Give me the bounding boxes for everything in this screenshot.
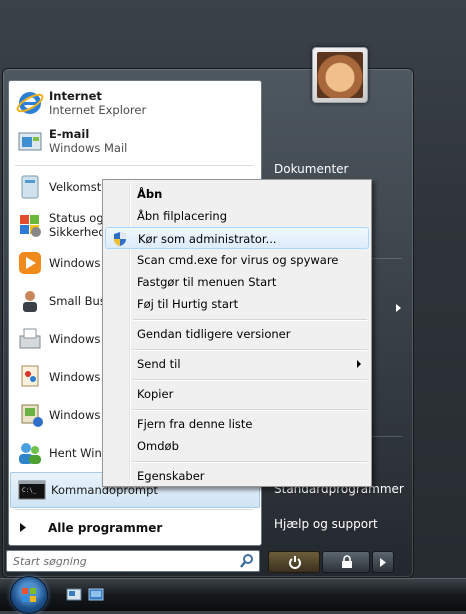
lock-icon xyxy=(342,555,352,568)
menu-separator xyxy=(133,319,367,321)
user-account-picture[interactable] xyxy=(312,47,368,103)
recent-item-label: Windows xyxy=(49,408,101,422)
menu-item-label: Fjern fra denne liste xyxy=(137,417,253,431)
menu-item-properties[interactable]: Egenskaber xyxy=(105,465,369,487)
recent-item-label: Status og xyxy=(49,211,104,225)
menu-item-open-file-location[interactable]: Åbn filplacering xyxy=(105,205,369,227)
menu-item-label: Gendan tidligere versioner xyxy=(137,327,291,341)
menu-item-send-to[interactable]: Send til xyxy=(105,353,369,375)
menu-item-copy[interactable]: Kopier xyxy=(105,383,369,405)
right-pane-help[interactable]: Hjælp og support xyxy=(274,517,378,531)
menu-item-add-quick-launch[interactable]: Føj til Hurtig start xyxy=(105,293,369,315)
recent-item-label: Windows xyxy=(49,256,101,270)
menu-item-scan-virus[interactable]: Scan cmd.exe for virus og spyware xyxy=(105,249,369,271)
menu-item-label: Føj til Hurtig start xyxy=(137,297,239,311)
menu-item-remove-from-list[interactable]: Fjern fra denne liste xyxy=(105,413,369,435)
menu-item-open[interactable]: Åbn xyxy=(105,183,369,205)
menu-item-run-as-administrator[interactable]: Kør som administrator... xyxy=(105,227,369,249)
recent-item-label: Windows xyxy=(49,370,101,384)
search-icon[interactable] xyxy=(239,553,255,569)
recent-item-label: Hent Wind xyxy=(49,446,110,460)
switch-windows-icon[interactable] xyxy=(88,588,104,602)
pinned-item-internet[interactable]: Internet Internet Explorer xyxy=(9,85,259,121)
recent-item-label: Velkomst xyxy=(49,180,102,194)
command-prompt-icon: C:\_ xyxy=(17,475,47,505)
menu-item-label: Kør som administrator... xyxy=(138,232,277,246)
search-placeholder: Start søgning xyxy=(13,555,87,568)
cat-avatar-icon xyxy=(317,52,363,98)
recent-item-label: Small Bus xyxy=(49,294,106,308)
small-business-icon xyxy=(15,286,45,316)
menu-item-restore-previous-versions[interactable]: Gendan tidligere versioner xyxy=(105,323,369,345)
pinned-subtitle: Internet Explorer xyxy=(49,103,147,117)
show-desktop-icon[interactable] xyxy=(66,588,82,602)
pinned-item-email[interactable]: E-mail Windows Mail xyxy=(9,123,259,159)
windows-media-player-icon xyxy=(15,248,45,278)
menu-item-label: Egenskaber xyxy=(137,469,205,483)
windows-contacts-icon xyxy=(15,438,45,468)
windows-mail-icon xyxy=(15,126,45,156)
power-button[interactable] xyxy=(268,551,320,573)
menu-item-label: Åbn xyxy=(137,187,163,201)
arrow-right-icon xyxy=(380,558,386,567)
right-pane-documents[interactable]: Dokumenter xyxy=(274,162,348,176)
menu-separator xyxy=(133,409,367,411)
recent-divider xyxy=(15,509,253,510)
menu-item-label: Omdøb xyxy=(137,439,179,453)
all-programs-label: Alle programmer xyxy=(48,521,163,535)
windows-fax-icon xyxy=(15,324,45,354)
welcome-center-icon xyxy=(15,172,45,202)
menu-item-label: Fastgør til menuen Start xyxy=(137,275,277,289)
shutdown-options-button[interactable] xyxy=(372,551,394,573)
power-icon xyxy=(289,556,301,569)
menu-separator xyxy=(133,379,367,381)
pinned-divider xyxy=(15,165,253,166)
right-pane-submenu-arrow[interactable] xyxy=(396,304,401,312)
windows-paint-icon xyxy=(15,362,45,392)
menu-separator xyxy=(133,349,367,351)
windows-gallery-icon xyxy=(15,400,45,430)
menu-item-label: Send til xyxy=(137,357,181,371)
uac-shield-icon xyxy=(114,232,126,246)
pinned-title: E-mail xyxy=(49,127,90,141)
menu-item-label: Åbn filplacering xyxy=(137,209,228,223)
submenu-arrow-icon xyxy=(357,360,361,368)
svg-text:C:\_: C:\_ xyxy=(22,487,37,494)
internet-explorer-icon xyxy=(15,88,45,118)
windows-logo-icon xyxy=(22,588,36,602)
all-programs-button[interactable]: Alle programmer xyxy=(8,514,260,542)
start-orb-button[interactable] xyxy=(10,576,48,614)
recent-item-label-line2: Sikkerhed xyxy=(49,225,106,239)
security-center-icon xyxy=(15,210,45,240)
recent-item-label: Windows xyxy=(49,332,101,346)
start-search-box[interactable]: Start søgning xyxy=(6,550,260,572)
arrow-right-icon xyxy=(20,523,26,532)
pinned-title: Internet xyxy=(49,89,102,103)
context-menu: Åbn Åbn filplacering Kør som administrat… xyxy=(102,179,372,487)
menu-item-label: Kopier xyxy=(137,387,174,401)
pinned-subtitle: Windows Mail xyxy=(49,141,128,155)
menu-item-rename[interactable]: Omdøb xyxy=(105,435,369,457)
menu-item-label: Scan cmd.exe for virus og spyware xyxy=(137,253,339,267)
menu-separator xyxy=(133,461,367,463)
menu-item-pin-to-start[interactable]: Fastgør til menuen Start xyxy=(105,271,369,293)
lock-button[interactable] xyxy=(322,551,370,573)
